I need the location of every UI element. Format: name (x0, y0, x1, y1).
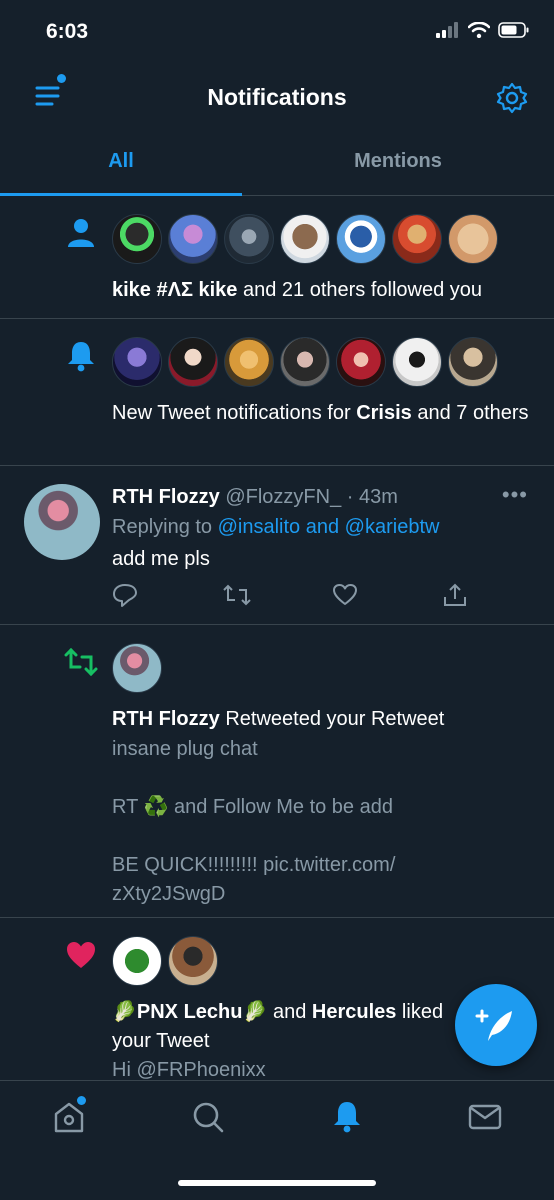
tweet-actions (112, 582, 552, 608)
account-name[interactable]: Crisis (356, 402, 412, 424)
retweeter-avatars (112, 643, 162, 693)
retweet-preview-line-2: RT ♻️ and Follow Me to be add (112, 796, 393, 818)
retweet-preview-line-3: BE QUICK!!!!!!!!! pic.twitter.com/ (112, 854, 396, 876)
compose-tweet-button[interactable] (455, 984, 537, 1066)
avatar[interactable] (168, 936, 218, 986)
author-handle[interactable]: @FlozzyFN_ (225, 486, 341, 508)
avatar[interactable] (112, 337, 162, 387)
status-icons (436, 22, 530, 38)
more-options-button[interactable]: ••• (502, 482, 528, 508)
menu-unread-dot (57, 74, 66, 83)
messages-tab[interactable] (467, 1099, 503, 1135)
search-icon (193, 1102, 224, 1133)
notifications-tab[interactable] (329, 1099, 365, 1135)
replying-to: Replying to @insalito and @kariebtw (112, 516, 440, 538)
avatar[interactable] (280, 214, 330, 264)
share-icon (444, 583, 466, 606)
avatar[interactable] (448, 214, 498, 264)
follower-avatars (112, 214, 498, 264)
liker-name-1[interactable]: 🥬PNX Lechu🥬 (112, 1001, 267, 1023)
follow-text: kike #ΛΣ kike and 21 others followed you (112, 279, 483, 301)
page-title: Notifications (207, 84, 347, 110)
mail-icon (468, 1104, 502, 1130)
avatar[interactable] (224, 214, 274, 264)
signal-icon (436, 22, 458, 38)
tab-all[interactable]: All (0, 150, 242, 173)
tab-mentions[interactable]: Mentions (242, 150, 554, 173)
share-button[interactable] (442, 582, 552, 608)
avatar[interactable] (112, 214, 162, 264)
avatar[interactable] (336, 214, 386, 264)
replying-to-link[interactable]: @insalito and @kariebtw (218, 516, 440, 538)
avatar[interactable] (112, 643, 162, 693)
reply-icon (113, 584, 137, 607)
avatar[interactable] (168, 214, 218, 264)
avatar[interactable] (280, 337, 330, 387)
avatar[interactable] (112, 936, 162, 986)
gear-icon (496, 82, 528, 114)
liked-tweet-preview: Hi @FRPhoenixx (112, 1059, 266, 1080)
wifi-icon (468, 22, 490, 38)
retweeter-name[interactable]: RTH Flozzy (112, 708, 220, 730)
compose-icon (475, 1009, 512, 1041)
tweet-time: 43m (359, 486, 398, 508)
home-unread-dot (77, 1096, 86, 1105)
avatar[interactable] (392, 214, 442, 264)
retweet-text: RTH Flozzy Retweeted your Retweet (112, 708, 445, 730)
bell-icon (334, 1102, 360, 1133)
like-button[interactable] (332, 582, 442, 608)
avatar[interactable] (224, 337, 274, 387)
notifications-feed: kike #ΛΣ kike and 21 others followed you… (0, 196, 554, 1080)
retweet-icon (64, 647, 98, 677)
liker-name-2[interactable]: Hercules (312, 1001, 397, 1023)
follower-name[interactable]: kike #ΛΣ kike (112, 279, 237, 301)
header: Notifications (0, 64, 554, 132)
new-tweet-notification[interactable]: New Tweet notifications for Crisis and 7… (0, 319, 554, 466)
follow-notification[interactable]: kike #ΛΣ kike and 21 others followed you (0, 196, 554, 319)
tweet-header: RTH Flozzy @FlozzyFN_ · 43m (112, 486, 398, 508)
avatar[interactable] (392, 337, 442, 387)
retweet-icon (223, 584, 251, 606)
avatar[interactable] (336, 337, 386, 387)
settings-button[interactable] (496, 82, 528, 114)
person-icon (68, 219, 94, 247)
tweet-text: add me pls (112, 548, 210, 570)
home-indicator (178, 1180, 376, 1186)
tab-bar: All Mentions (0, 132, 554, 196)
avatar[interactable] (24, 484, 100, 560)
new-tweet-text: New Tweet notifications for Crisis and 7… (112, 402, 529, 424)
home-tab[interactable] (51, 1096, 87, 1135)
account-avatars (112, 337, 498, 387)
avatar[interactable] (448, 337, 498, 387)
battery-icon (498, 22, 529, 38)
retweet-preview-line-4: zXty2JSwgD (112, 883, 226, 905)
retweet-button[interactable] (222, 582, 332, 608)
retweet-preview-line-1: insane plug chat (112, 738, 258, 760)
retweet-notification[interactable]: RTH Flozzy Retweeted your Retweet insane… (0, 625, 554, 918)
reply-button[interactable] (112, 582, 222, 608)
liker-avatars (112, 936, 218, 986)
reply-tweet[interactable]: RTH Flozzy @FlozzyFN_ · 43m ••• Replying… (0, 466, 554, 625)
author-name[interactable]: RTH Flozzy (112, 486, 220, 508)
bell-icon (68, 342, 94, 372)
avatar[interactable] (168, 337, 218, 387)
search-tab[interactable] (190, 1099, 226, 1135)
heart-icon (67, 942, 95, 968)
heart-icon (333, 584, 357, 605)
status-bar: 6:03 (0, 0, 554, 64)
status-time: 6:03 (46, 20, 89, 43)
